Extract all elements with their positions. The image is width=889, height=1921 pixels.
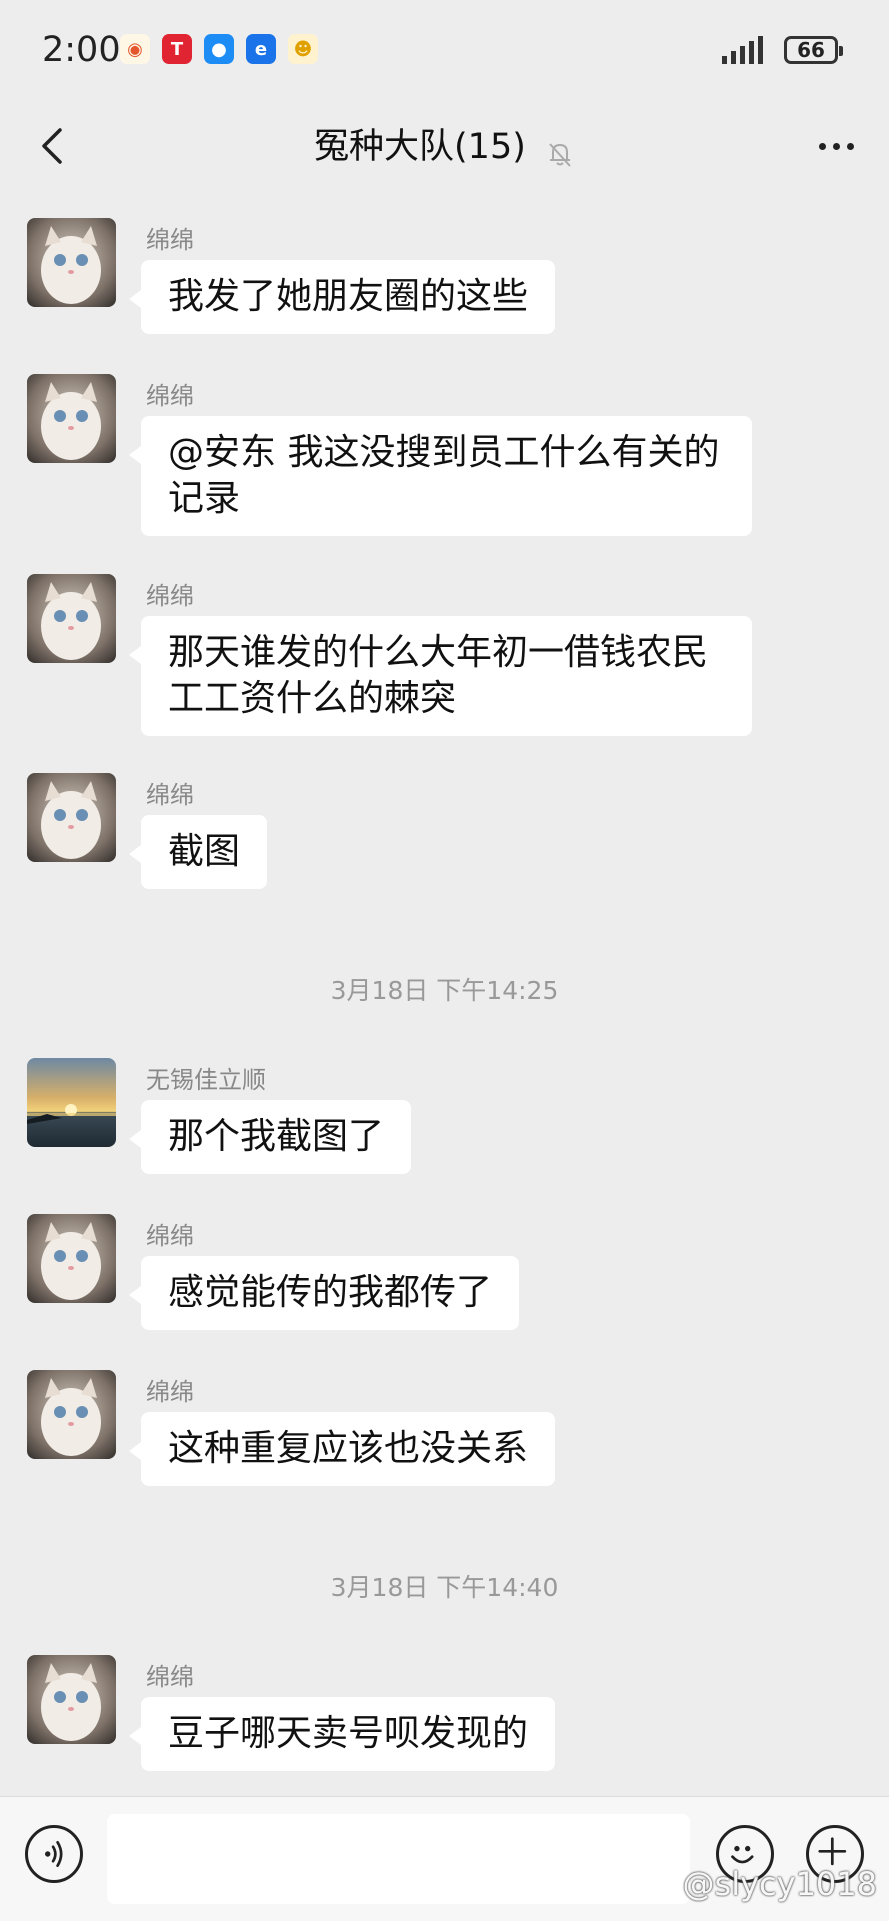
battery-indicator: 66 [784, 36, 843, 64]
message-bubble[interactable]: 那天谁发的什么大年初一借钱农民工工资什么的棘突 [129, 616, 752, 736]
avatar[interactable] [27, 1370, 116, 1459]
sender-name: 绵绵 [146, 382, 194, 410]
avatar[interactable] [27, 1058, 116, 1147]
message-bubble[interactable]: 那个我截图了 [128, 1100, 412, 1174]
avatar[interactable] [27, 1214, 116, 1303]
watermark: @slycy1018 [682, 1865, 877, 1903]
sender-name: 绵绵 [146, 1663, 194, 1691]
timestamp: 3月18日 下午14:40 [330, 1573, 559, 1602]
weibo-icon: ◉ [120, 34, 150, 64]
message-bubble[interactable]: 感觉能传的我都传了 [128, 1256, 520, 1330]
browser-icon: e [246, 34, 276, 64]
sender-name: 绵绵 [146, 226, 194, 254]
chat-title-container: 冤种大队(15) [0, 118, 889, 169]
sender-name: 绵绵 [146, 582, 194, 610]
message-input[interactable] [107, 1814, 690, 1904]
avatar[interactable] [27, 218, 116, 307]
mute-bell-icon [549, 142, 571, 167]
voice-input-icon[interactable] [25, 1825, 83, 1883]
sender-name: 无锡佳立顺 [146, 1066, 266, 1094]
notification-icons: ◉ T ● e ☻ [120, 34, 318, 64]
chat-header: 冤种大队(15) [0, 100, 889, 192]
status-bar: 2:00 ◉ T ● e ☻ 66 [0, 0, 889, 100]
avatar[interactable] [27, 773, 116, 862]
avatar[interactable] [27, 574, 116, 663]
avatar[interactable] [27, 1655, 116, 1744]
tesla-icon: T [162, 34, 192, 64]
message-bubble[interactable]: 我发了她朋友圈的这些 [128, 260, 556, 334]
status-time: 2:00 [42, 30, 121, 70]
more-options-icon[interactable] [811, 122, 861, 170]
sender-name: 绵绵 [146, 781, 194, 809]
timestamp: 3月18日 下午14:25 [330, 976, 559, 1005]
message-bubble[interactable]: 截图 [128, 815, 268, 889]
avatar[interactable] [27, 374, 116, 463]
mascot-icon: ☻ [288, 34, 318, 64]
chat-title: 冤种大队(15) [314, 127, 526, 167]
sender-name: 绵绵 [146, 1222, 194, 1250]
message-bubble[interactable]: 豆子哪天卖号呗发现的 [128, 1697, 556, 1771]
input-bar: @slycy1018 [0, 1796, 889, 1921]
sender-name: 绵绵 [146, 1378, 194, 1406]
signal-icon [722, 34, 763, 64]
message-bubble[interactable]: 这种重复应该也没关系 [128, 1412, 556, 1486]
message-icon: ● [204, 34, 234, 64]
message-bubble[interactable]: @安东 我这没搜到员工什么有关的记录 [129, 416, 752, 536]
